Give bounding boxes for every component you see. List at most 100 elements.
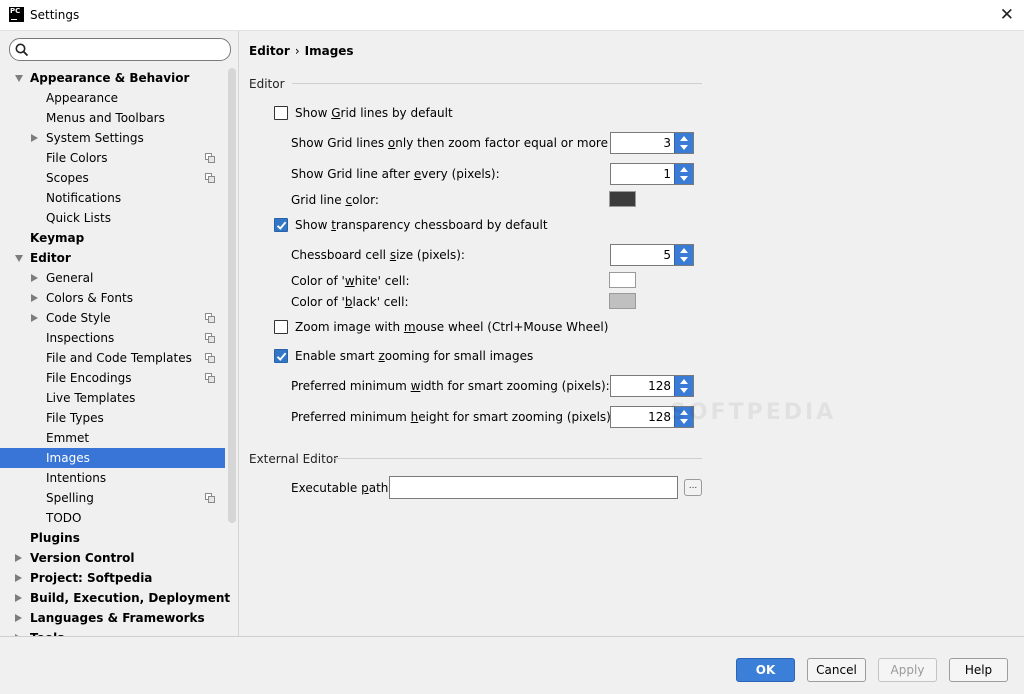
sidebar-item[interactable]: TODO <box>0 508 225 528</box>
sidebar-item[interactable]: Intentions <box>0 468 225 488</box>
project-level-icon <box>205 373 215 383</box>
checkmark-icon <box>276 221 287 230</box>
grid-color-label: Grid line color: <box>291 193 379 207</box>
cell-size-spinner[interactable]: 5 <box>610 244 694 266</box>
sidebar-item[interactable]: Build, Execution, Deployment <box>0 588 230 608</box>
min-width-stepper[interactable] <box>674 376 693 396</box>
sidebar-item[interactable]: Live Templates <box>0 388 225 408</box>
sidebar-item[interactable]: Version Control <box>0 548 225 568</box>
sidebar-item[interactable]: Keymap <box>0 228 225 248</box>
browse-button[interactable]: ... <box>684 479 702 496</box>
grid-zoom-value[interactable]: 3 <box>616 136 671 150</box>
sidebar-item[interactable]: File and Code Templates <box>0 348 225 368</box>
search-input[interactable] <box>34 41 224 58</box>
collapsed-arrow-icon[interactable] <box>15 614 22 622</box>
sidebar-item[interactable]: Appearance & Behavior <box>0 68 225 88</box>
decrement-icon[interactable] <box>680 176 688 181</box>
show-grid-box[interactable] <box>274 106 288 120</box>
min-height-value[interactable]: 128 <box>616 410 671 424</box>
sidebar-item[interactable]: Plugins <box>0 528 225 548</box>
search-box[interactable] <box>9 38 231 61</box>
sidebar-item-label: Project: Softpedia <box>30 571 153 585</box>
black-cell-swatch[interactable] <box>609 293 636 309</box>
increment-icon[interactable] <box>680 410 688 415</box>
sidebar-item[interactable]: Colors & Fonts <box>0 288 225 308</box>
help-button[interactable]: Help <box>949 658 1008 682</box>
sidebar-item[interactable]: Scopes <box>0 168 225 188</box>
decrement-icon[interactable] <box>680 257 688 262</box>
increment-icon[interactable] <box>680 136 688 141</box>
increment-icon[interactable] <box>680 248 688 253</box>
collapsed-arrow-icon[interactable] <box>31 274 38 282</box>
show-chessboard-box[interactable] <box>274 218 288 232</box>
grid-color-swatch[interactable] <box>609 191 636 207</box>
show-grid-label: Show Grid lines by default <box>295 106 453 120</box>
sidebar-item[interactable]: Images <box>0 448 225 468</box>
sidebar-item[interactable]: Emmet <box>0 428 225 448</box>
cell-size-value[interactable]: 5 <box>616 248 671 262</box>
sidebar-item[interactable]: General <box>0 268 225 288</box>
grid-every-stepper[interactable] <box>674 164 693 184</box>
grid-zoom-stepper[interactable] <box>674 133 693 153</box>
cancel-button[interactable]: Cancel <box>807 658 866 682</box>
sidebar-item[interactable]: Quick Lists <box>0 208 225 228</box>
decrement-icon[interactable] <box>680 145 688 150</box>
ok-button[interactable]: OK <box>736 658 795 682</box>
min-width-spinner[interactable]: 128 <box>610 375 694 397</box>
zoom-wheel-box[interactable] <box>274 320 288 334</box>
grid-zoom-spinner[interactable]: 3 <box>610 132 694 154</box>
sidebar-item[interactable]: File Types <box>0 408 225 428</box>
sidebar-item[interactable]: Menus and Toolbars <box>0 108 225 128</box>
sidebar-item-label: Menus and Toolbars <box>46 111 165 125</box>
watermark-text: SOFTPEDIA <box>670 400 837 425</box>
sidebar-item[interactable]: File Encodings <box>0 368 225 388</box>
collapsed-arrow-icon[interactable] <box>15 554 22 562</box>
min-height-spinner[interactable]: 128 <box>610 406 694 428</box>
decrement-icon[interactable] <box>680 388 688 393</box>
sidebar-item[interactable]: Editor <box>0 248 225 268</box>
sidebar-item[interactable]: Spelling <box>0 488 225 508</box>
close-icon[interactable]: ✕ <box>1000 5 1014 25</box>
collapsed-arrow-icon[interactable] <box>31 134 38 142</box>
increment-icon[interactable] <box>680 379 688 384</box>
sidebar-item[interactable]: Languages & Frameworks <box>0 608 225 628</box>
collapsed-arrow-icon[interactable] <box>31 314 38 322</box>
grid-every-value[interactable]: 1 <box>616 167 671 181</box>
project-level-icon <box>205 493 215 503</box>
increment-icon[interactable] <box>680 167 688 172</box>
sidebar-item-label: Version Control <box>30 551 135 565</box>
exec-path-input[interactable] <box>389 476 678 499</box>
settings-content: Editor › Images Editor Show Grid lines by … <box>240 31 1024 636</box>
sidebar-item-label: Plugins <box>30 531 80 545</box>
collapsed-arrow-icon[interactable] <box>15 574 22 582</box>
expanded-arrow-icon[interactable] <box>15 75 23 82</box>
sidebar-item[interactable]: Appearance <box>0 88 225 108</box>
min-width-value[interactable]: 128 <box>616 379 671 393</box>
decrement-icon[interactable] <box>680 419 688 424</box>
sidebar-item-label: Quick Lists <box>46 211 111 225</box>
grid-every-spinner[interactable]: 1 <box>610 163 694 185</box>
sidebar-item[interactable]: System Settings <box>0 128 225 148</box>
sidebar-item[interactable]: Code Style <box>0 308 225 328</box>
sidebar-item[interactable]: Notifications <box>0 188 225 208</box>
sidebar-item[interactable]: Tools <box>0 628 225 636</box>
cell-size-stepper[interactable] <box>674 245 693 265</box>
sidebar-item-label: Spelling <box>46 491 94 505</box>
expanded-arrow-icon[interactable] <box>15 255 23 262</box>
min-height-stepper[interactable] <box>674 407 693 427</box>
project-level-icon <box>205 333 215 343</box>
collapsed-arrow-icon[interactable] <box>31 294 38 302</box>
sidebar-item[interactable]: Project: Softpedia <box>0 568 225 588</box>
sidebar-scrollbar[interactable] <box>228 68 236 523</box>
project-level-icon <box>205 153 215 163</box>
breadcrumb-current: Images <box>304 44 354 58</box>
breadcrumb-separator: › <box>294 44 300 58</box>
white-cell-swatch[interactable] <box>609 272 636 288</box>
apply-button[interactable]: Apply <box>878 658 937 682</box>
sidebar-item-label: File and Code Templates <box>46 351 192 365</box>
collapsed-arrow-icon[interactable] <box>15 594 22 602</box>
show-chessboard-label: Show transparency chessboard by default <box>295 218 548 232</box>
sidebar-item[interactable]: File Colors <box>0 148 225 168</box>
smart-zoom-box[interactable] <box>274 349 288 363</box>
sidebar-item[interactable]: Inspections <box>0 328 225 348</box>
